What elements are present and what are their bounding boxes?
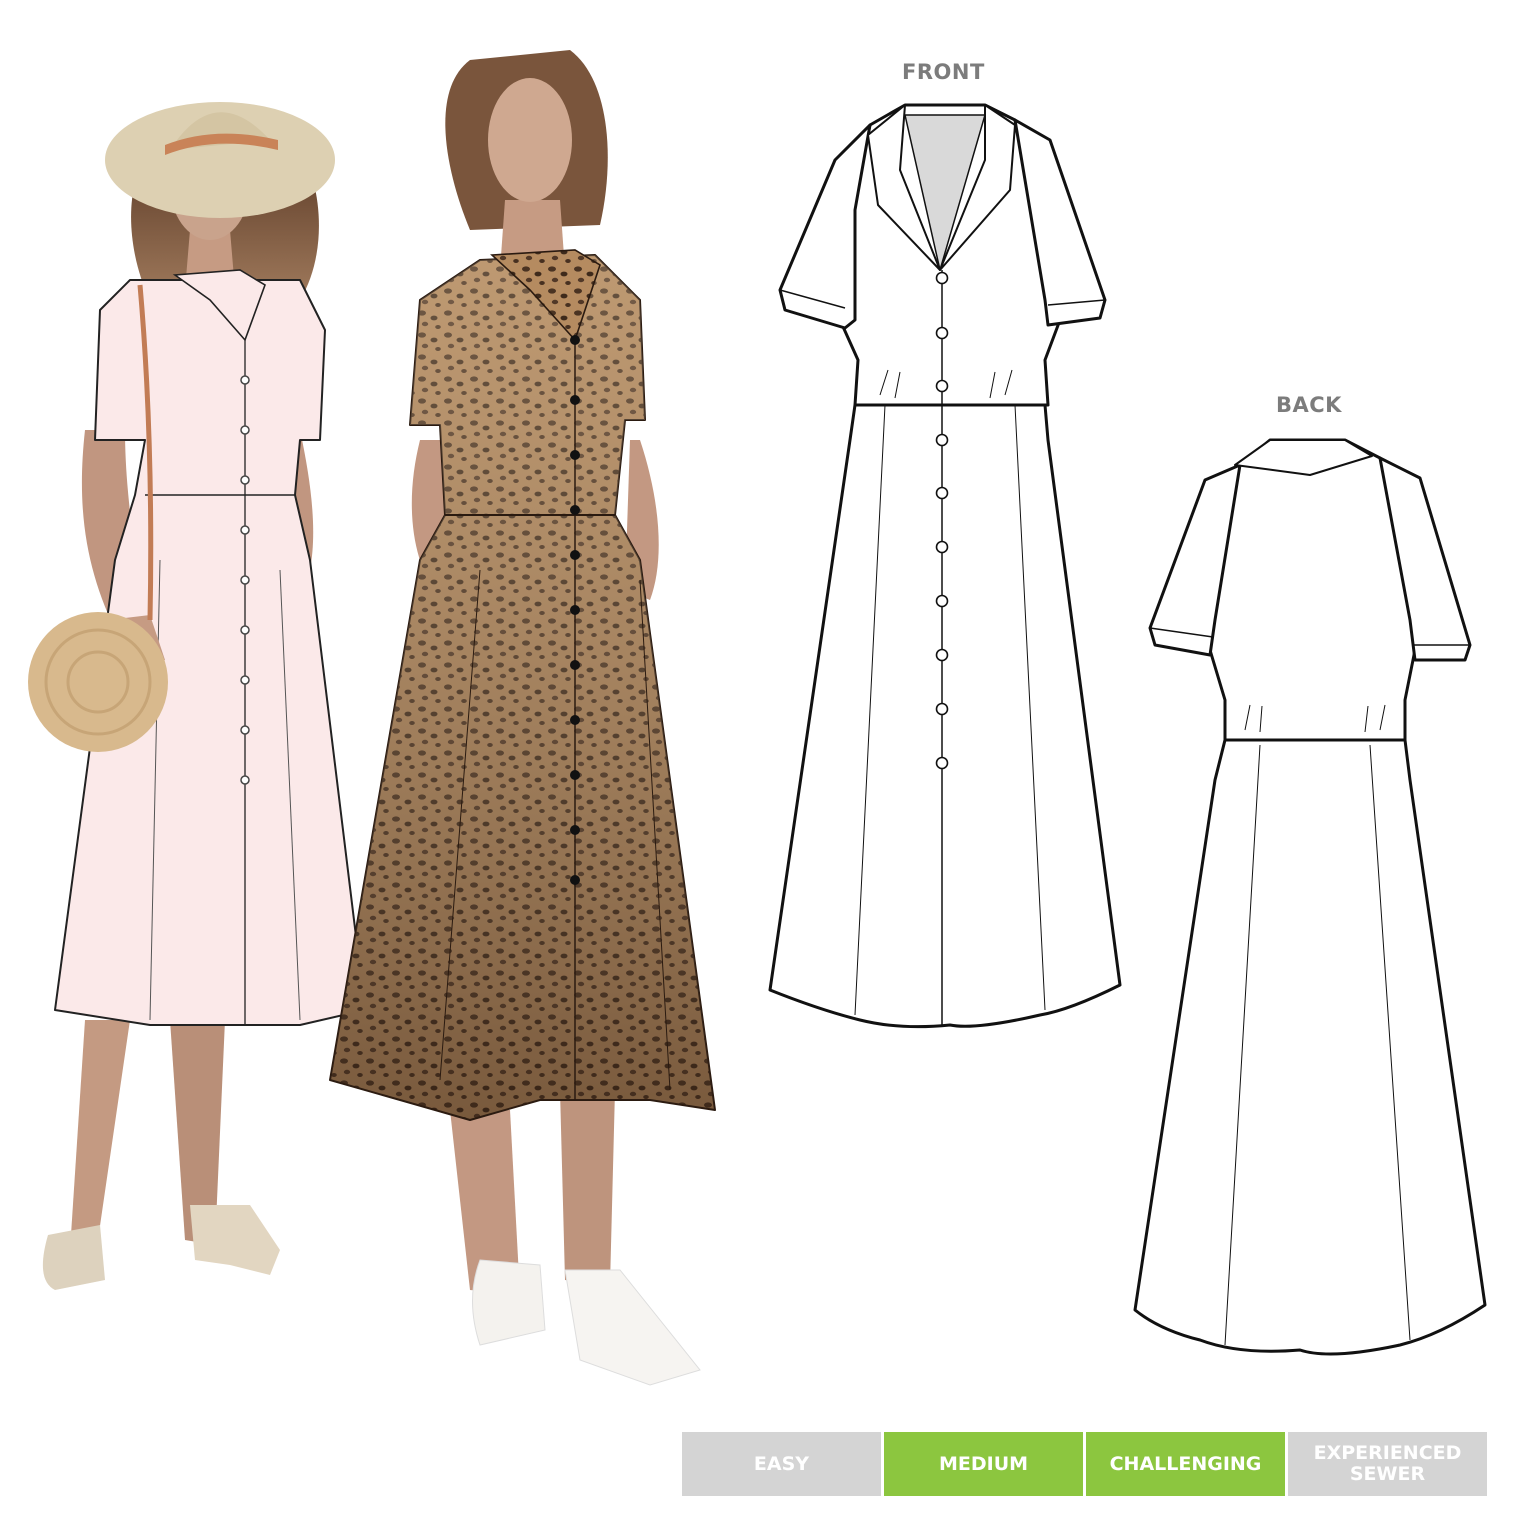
front-flat-drawing [768, 103, 1122, 1029]
figure-pink-dress [28, 102, 366, 1290]
difficulty-level-challenging: CHALLENGING [1086, 1432, 1288, 1496]
figure-leopard-dress [329, 50, 716, 1386]
back-flat-drawing [1133, 438, 1487, 1356]
difficulty-level-medium: MEDIUM [884, 1432, 1086, 1496]
difficulty-level-experienced-sewer: EXPERIENCED SEWER [1288, 1432, 1487, 1496]
difficulty-scale: EASY MEDIUM CHALLENGING EXPERIENCED SEWE… [682, 1432, 1487, 1496]
illustration [28, 50, 1487, 1386]
difficulty-level-easy: EASY [682, 1432, 884, 1496]
front-view-label: FRONT [902, 60, 985, 84]
back-view-label: BACK [1276, 393, 1342, 417]
